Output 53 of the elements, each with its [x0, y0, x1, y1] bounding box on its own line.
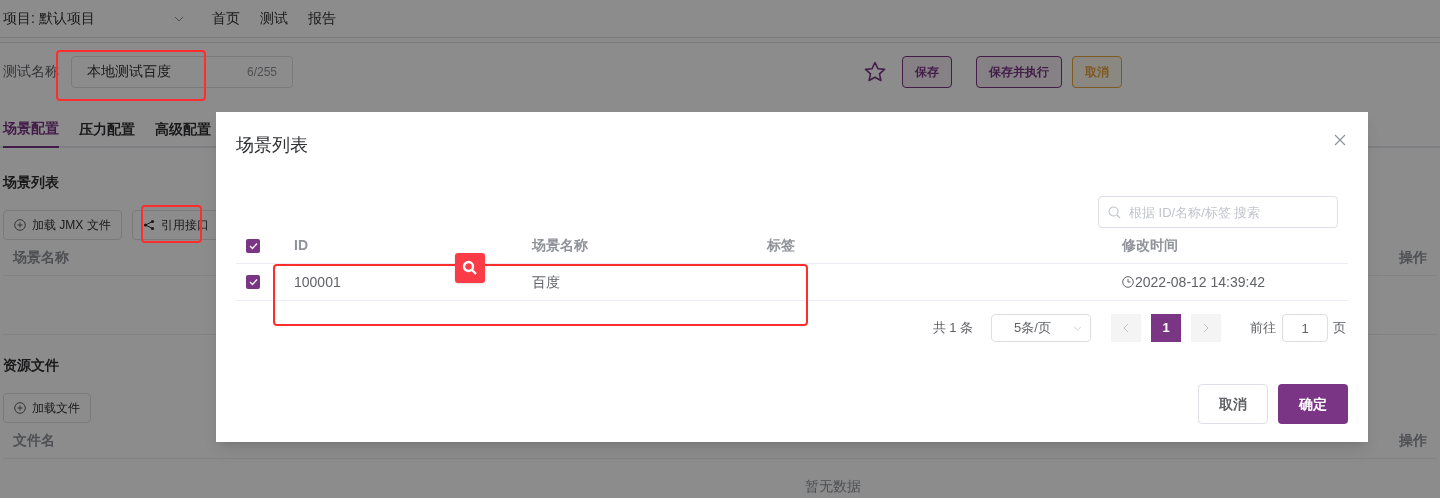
tab[interactable]: 高级配置 — [155, 110, 211, 148]
tab[interactable]: 场景配置 — [3, 110, 59, 148]
close-button[interactable] — [1332, 132, 1348, 148]
total-count: 共 1 条 — [932, 319, 973, 338]
plus-circle-icon — [14, 219, 26, 231]
page-suffix: 页 — [1333, 319, 1346, 338]
section-title: 资源文件 — [3, 356, 59, 375]
chevron-left-icon — [1123, 323, 1129, 333]
goto-label: 前往 — [1250, 319, 1276, 338]
load-button[interactable]: 加载 JMX 文件 — [3, 210, 122, 240]
dialog-button[interactable]: 确定 — [1278, 384, 1348, 424]
column-header: 操作 — [1399, 431, 1427, 450]
magnifier-icon — [462, 260, 478, 276]
column-header: 文件名 — [13, 431, 55, 450]
table-cell-text: 2022-08-12 14:39:42 — [1135, 272, 1265, 292]
project-select[interactable]: 项目: 默认项目 — [0, 0, 200, 37]
page-button[interactable]: 1 — [1151, 314, 1181, 342]
tab[interactable]: 压力配置 — [79, 110, 135, 148]
goto-page-field[interactable]: 1 — [1282, 314, 1328, 342]
nav-link[interactable]: 测试 — [260, 8, 288, 29]
checkbox[interactable] — [246, 275, 260, 289]
close-icon — [1334, 134, 1346, 146]
nav-link[interactable]: 报告 — [308, 8, 336, 29]
clock-icon — [1122, 276, 1134, 288]
dialog-button[interactable]: 取消 — [1198, 384, 1268, 424]
action-button[interactable]: 保存并执行 — [976, 55, 1062, 88]
section-title: 场景列表 — [3, 173, 59, 192]
chevron-right-icon — [1203, 323, 1209, 333]
column-header: ID — [294, 236, 309, 255]
chevron-down-icon — [174, 15, 184, 22]
column-header: 场景名称 — [532, 236, 589, 255]
dialog-title: 场景列表 — [236, 134, 308, 157]
checkbox[interactable] — [246, 238, 260, 253]
load-button[interactable]: 加载文件 — [3, 393, 91, 423]
page-size-select[interactable]: 5条/页 — [991, 314, 1091, 342]
action-button[interactable]: 保存 — [902, 55, 952, 88]
nav-link[interactable]: 首页 — [212, 8, 240, 29]
table-cell-text: 100001 — [294, 272, 342, 292]
column-header: 操作 — [1399, 248, 1427, 267]
star-icon[interactable] — [863, 59, 887, 84]
empty-text: 暂无数据 — [805, 477, 861, 496]
test-name-field[interactable]: 本地测试百度 6/255 — [71, 55, 293, 88]
column-header: 修改时间 — [1122, 236, 1179, 255]
chevron-down-icon — [1073, 325, 1082, 331]
share-icon — [142, 219, 155, 231]
search-icon — [1108, 206, 1121, 219]
column-header: 标签 — [767, 236, 796, 255]
plus-circle-icon — [14, 402, 26, 414]
column-header: 场景名称 — [13, 248, 69, 267]
search-field[interactable]: 根据 ID/名称/标签 搜索 — [1098, 196, 1338, 228]
table-cell-text: 百度 — [532, 272, 561, 292]
check-icon — [248, 241, 258, 250]
check-icon — [248, 278, 258, 286]
